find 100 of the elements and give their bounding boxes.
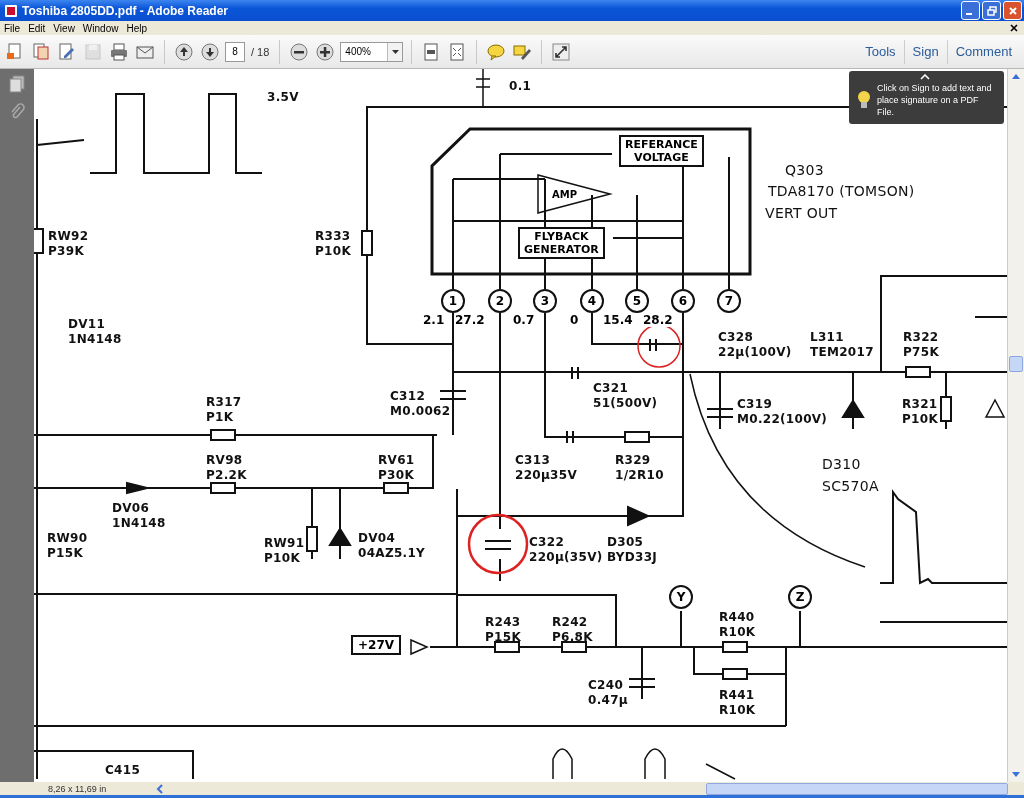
component-value: 1N4148 bbox=[112, 516, 166, 531]
voltage-reading: 27.2 bbox=[455, 313, 485, 327]
scroll-left-icon[interactable] bbox=[156, 783, 164, 794]
pages-icon[interactable] bbox=[9, 75, 25, 93]
component-value: 1N4148 bbox=[68, 332, 122, 347]
scroll-up-icon[interactable] bbox=[1012, 74, 1020, 79]
component-label: DV11 bbox=[68, 317, 107, 332]
component-label: RW91 bbox=[264, 536, 305, 551]
vertical-scrollbar[interactable] bbox=[1007, 69, 1024, 782]
close-icon bbox=[1007, 5, 1018, 16]
component-label: R321 bbox=[902, 397, 938, 412]
voltage-reading: 28.2 bbox=[643, 313, 673, 327]
component-label: R333 bbox=[315, 229, 351, 244]
pane-tab[interactable]: Comment bbox=[947, 41, 1020, 62]
expand-icon bbox=[551, 41, 572, 62]
node-marker: Z bbox=[788, 585, 812, 609]
component-value: 51(500V) bbox=[593, 396, 658, 411]
component-label: R242 bbox=[552, 615, 589, 630]
ic-block-label: REFERANCE VOLTAGE bbox=[619, 135, 704, 167]
component-label: C312 bbox=[390, 389, 427, 404]
menu-item[interactable]: Edit bbox=[28, 22, 46, 34]
voltage-reading: 0.7 bbox=[513, 313, 535, 327]
minus-icon bbox=[289, 41, 310, 62]
component-value: SC570A bbox=[822, 477, 879, 496]
voltage-reading: 0 bbox=[570, 313, 579, 327]
pin-number: 7 bbox=[717, 289, 741, 313]
scroll-thumb[interactable] bbox=[1009, 356, 1023, 372]
component-label: RV98 bbox=[206, 453, 244, 468]
component-label: R440 bbox=[719, 610, 756, 625]
restore-button[interactable] bbox=[982, 1, 1001, 20]
paperclip-icon[interactable] bbox=[9, 103, 25, 121]
component-value: P1K bbox=[206, 410, 235, 425]
component-label: R317 bbox=[206, 395, 242, 410]
minimize-button[interactable] bbox=[961, 1, 980, 20]
pane-tab[interactable]: Sign bbox=[904, 41, 947, 62]
pin-number: 2 bbox=[488, 289, 512, 313]
restore-icon bbox=[986, 5, 997, 16]
component-label: C322 bbox=[529, 535, 566, 550]
component-label: DV06 bbox=[112, 501, 151, 516]
component-label: R322 bbox=[903, 330, 939, 345]
page-number-field[interactable]: 8 bbox=[225, 41, 245, 62]
component-value: M0.0062 bbox=[390, 404, 451, 419]
component-value: R10K bbox=[719, 703, 756, 718]
component-value: 0.47µ bbox=[588, 693, 628, 708]
horizontal-scrollbar[interactable] bbox=[706, 782, 1008, 795]
node-marker: Y bbox=[669, 585, 693, 609]
pane-tab[interactable]: Tools bbox=[857, 41, 904, 62]
pin-number: 4 bbox=[580, 289, 604, 313]
menu-item[interactable]: Window bbox=[82, 22, 119, 34]
component-label: 3.5V bbox=[267, 90, 299, 105]
component-value: BYD33J bbox=[607, 550, 658, 565]
component-value: 04AZ5.1Y bbox=[358, 546, 426, 561]
tooltip-text: Click on Sign to add text and place signature on a PDF File. bbox=[877, 81, 993, 118]
component-value: M0.22(100V) bbox=[737, 412, 828, 427]
voltage-reading: 15.4 bbox=[603, 313, 633, 327]
component-label: C313 bbox=[515, 453, 552, 468]
component-label: RW90 bbox=[47, 531, 88, 546]
component-label: VERT OUT bbox=[765, 204, 838, 223]
component-value: P30K bbox=[378, 468, 415, 483]
window-title: Toshiba 2805DD.pdf - Adobe Reader bbox=[22, 3, 230, 18]
component-value: P6.8K bbox=[552, 630, 593, 645]
caret-icon[interactable] bbox=[920, 74, 930, 80]
component-label: 0.1 bbox=[509, 79, 532, 94]
component-value: 220µ(35V) bbox=[529, 550, 603, 565]
supply-label: +27V bbox=[351, 635, 402, 655]
menu-item[interactable]: File bbox=[4, 22, 21, 34]
component-label: L311 bbox=[810, 330, 845, 345]
close-button[interactable] bbox=[1003, 1, 1022, 20]
pencil-document-icon bbox=[57, 41, 77, 62]
component-value: P10K bbox=[315, 244, 351, 259]
component-label: C240 bbox=[588, 678, 625, 693]
component-value: 220µ35V bbox=[515, 468, 577, 483]
minimize-icon bbox=[966, 13, 972, 15]
component-value: TEM2017 bbox=[810, 345, 874, 360]
menu-item[interactable]: Help bbox=[126, 22, 147, 34]
close-icon[interactable] bbox=[1010, 24, 1018, 32]
component-label: C415 bbox=[105, 763, 141, 778]
component-label: D305 bbox=[607, 535, 645, 550]
component-label: Q303 bbox=[785, 161, 824, 180]
ic-block-label: AMP bbox=[552, 188, 578, 201]
component-label: TDA8170 (TOMSON) bbox=[768, 182, 915, 201]
documents-icon bbox=[31, 41, 51, 62]
printer-icon bbox=[109, 41, 129, 62]
component-label: C321 bbox=[593, 381, 630, 396]
warning-icon bbox=[984, 398, 1006, 418]
zoom-dropdown[interactable]: 400% bbox=[340, 41, 404, 62]
menu-item[interactable]: View bbox=[53, 22, 75, 34]
component-value: P10K bbox=[902, 412, 938, 427]
plus-icon bbox=[315, 41, 336, 62]
voltage-reading: 2.1 bbox=[423, 313, 445, 327]
component-label: R329 bbox=[615, 453, 652, 468]
component-value: P15K bbox=[485, 630, 521, 645]
speech-bubble-icon bbox=[486, 41, 507, 62]
lightbulb-icon bbox=[857, 89, 871, 110]
pin-number: 3 bbox=[533, 289, 557, 313]
component-value: P39K bbox=[48, 244, 85, 259]
component-value: P75K bbox=[903, 345, 939, 360]
scroll-down-icon[interactable] bbox=[1012, 772, 1020, 777]
component-label: R243 bbox=[485, 615, 521, 630]
page-size: 8,26 x 11,69 in bbox=[48, 783, 108, 794]
